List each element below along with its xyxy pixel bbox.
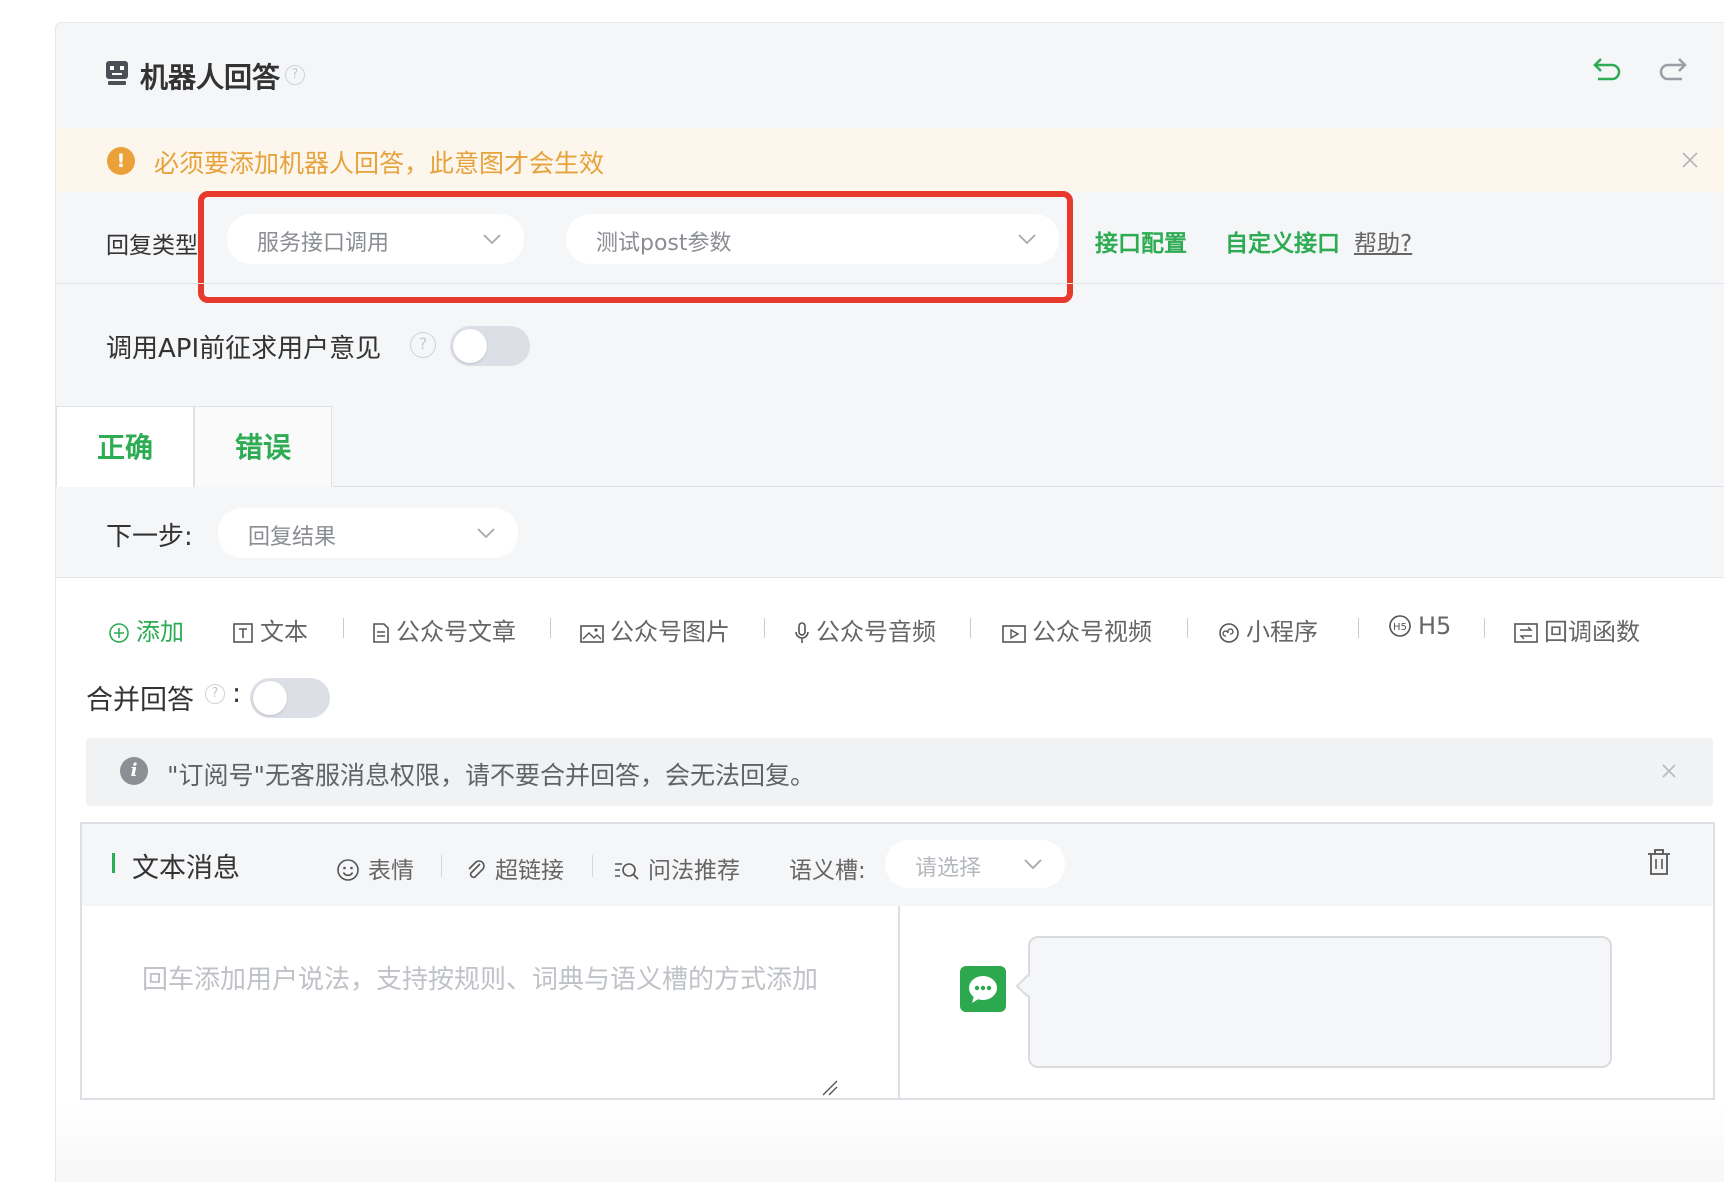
text-box-icon <box>233 623 253 643</box>
callback-icon <box>1514 623 1538 643</box>
message-preview-bubble <box>1028 936 1612 1068</box>
add-button[interactable]: 添加 <box>108 612 184 647</box>
section-divider <box>56 577 1724 578</box>
article-label: 公众号文章 <box>396 618 516 646</box>
image-label: 公众号图片 <box>610 618 730 646</box>
next-step-value: 回复结果 <box>248 525 337 550</box>
article-type-button[interactable]: 公众号文章 <box>372 612 516 647</box>
semantic-slot-placeholder: 请选择 <box>915 856 982 881</box>
header-separator <box>441 855 442 877</box>
toolbar-separator <box>343 618 344 638</box>
add-label: 添加 <box>136 618 184 646</box>
close-icon[interactable] <box>1680 150 1700 170</box>
search-list-icon <box>615 863 639 880</box>
h5-icon: H5 <box>1389 615 1411 637</box>
merge-colon: : <box>232 678 242 709</box>
section-divider <box>56 283 1724 284</box>
question-suggest-button[interactable]: 问法推荐 <box>614 851 740 885</box>
mini-program-label: 小程序 <box>1246 618 1318 646</box>
consent-help-icon[interactable]: ? <box>410 332 436 358</box>
image-type-button[interactable]: 公众号图片 <box>580 612 730 647</box>
custom-interface-link[interactable]: 自定义接口 <box>1225 224 1340 258</box>
redo-icon[interactable] <box>1658 56 1690 86</box>
h5-label: H5 <box>1418 612 1452 640</box>
merge-help-icon[interactable]: ? <box>205 684 225 704</box>
close-icon[interactable] <box>1660 762 1678 780</box>
toolbar-separator <box>550 618 551 638</box>
user-utterance-input[interactable]: 回车添加用户说法，支持按规则、词典与语义槽的方式添加 <box>142 952 862 1008</box>
toolbar-separator <box>1358 618 1359 638</box>
video-label: 公众号视频 <box>1032 618 1152 646</box>
undo-icon[interactable] <box>1590 56 1622 86</box>
interface-config-link[interactable]: 接口配置 <box>1095 224 1187 258</box>
chat-bubble-icon <box>969 976 997 1003</box>
paperclip-icon <box>468 860 485 879</box>
title-accent-bar <box>112 853 115 873</box>
audio-type-button[interactable]: 公众号音频 <box>794 612 936 647</box>
delete-icon[interactable] <box>1646 848 1672 876</box>
toolbar-separator <box>1484 618 1485 638</box>
audio-label: 公众号音频 <box>816 618 936 646</box>
document-icon <box>373 623 389 643</box>
emoji-label: 表情 <box>368 858 414 884</box>
wechat-avatar <box>960 966 1006 1012</box>
mini-program-icon <box>1219 623 1239 643</box>
smiley-icon <box>337 859 359 881</box>
info-icon: i <box>120 757 148 785</box>
semantic-slot-select[interactable]: 请选择 <box>885 840 1065 888</box>
callback-type-button[interactable]: 回调函数 <box>1514 612 1640 647</box>
text-message-title: 文本消息 <box>132 853 240 884</box>
text-label: 文本 <box>260 618 308 646</box>
emoji-button[interactable]: 表情 <box>336 851 414 885</box>
toggle-knob <box>253 681 287 715</box>
toolbar-separator <box>1187 618 1188 638</box>
plus-circle-icon <box>109 623 129 643</box>
panel-footer <box>56 1100 1724 1182</box>
toolbar-separator <box>764 618 765 638</box>
highlight-annotation-box <box>198 191 1073 303</box>
chevron-down-icon <box>477 528 495 539</box>
header-separator <box>592 855 593 877</box>
help-link[interactable]: 帮助? <box>1354 224 1412 258</box>
callback-label: 回调函数 <box>1544 618 1640 646</box>
toggle-knob <box>453 329 487 363</box>
video-icon <box>1002 625 1026 643</box>
consent-toggle[interactable] <box>450 326 530 366</box>
card-divider <box>898 906 900 1098</box>
h5-type-button[interactable]: H5 H5 <box>1388 612 1451 640</box>
page-title: 机器人回答 <box>140 61 281 94</box>
resize-handle-icon[interactable] <box>820 1078 838 1096</box>
tab-error[interactable]: 错误 <box>194 406 332 488</box>
merge-answer-toggle[interactable] <box>250 678 330 718</box>
title-help-icon[interactable]: ? <box>285 65 305 85</box>
video-type-button[interactable]: 公众号视频 <box>1002 612 1152 647</box>
warning-text: 必须要添加机器人回答，此意图才会生效 <box>154 149 605 178</box>
tab-correct[interactable]: 正确 <box>56 406 194 488</box>
chevron-down-icon <box>1024 859 1042 870</box>
semantic-slot-label: 语义槽: <box>789 858 866 884</box>
mini-program-type-button[interactable]: 小程序 <box>1218 612 1318 647</box>
microphone-icon <box>795 622 809 643</box>
hyperlink-label: 超链接 <box>495 858 564 884</box>
next-step-select[interactable]: 回复结果 <box>218 508 518 558</box>
text-type-button[interactable]: 文本 <box>232 612 308 647</box>
info-text: "订阅号"无客服消息权限，请不要合并回答，会无法回复。 <box>167 761 816 790</box>
svg-text:H5: H5 <box>1393 622 1407 633</box>
next-step-label: 下一步: <box>106 522 193 552</box>
warning-icon: ! <box>107 147 135 175</box>
toolbar-separator <box>970 618 971 638</box>
hyperlink-button[interactable]: 超链接 <box>465 851 564 885</box>
reply-type-label: 回复类型: <box>106 233 206 259</box>
consent-label: 调用API前征求用户意见 <box>106 334 382 364</box>
question-suggest-label: 问法推荐 <box>648 858 740 884</box>
merge-answer-label: 合并回答 <box>86 685 194 716</box>
robot-icon <box>106 61 128 85</box>
image-icon <box>580 625 604 643</box>
